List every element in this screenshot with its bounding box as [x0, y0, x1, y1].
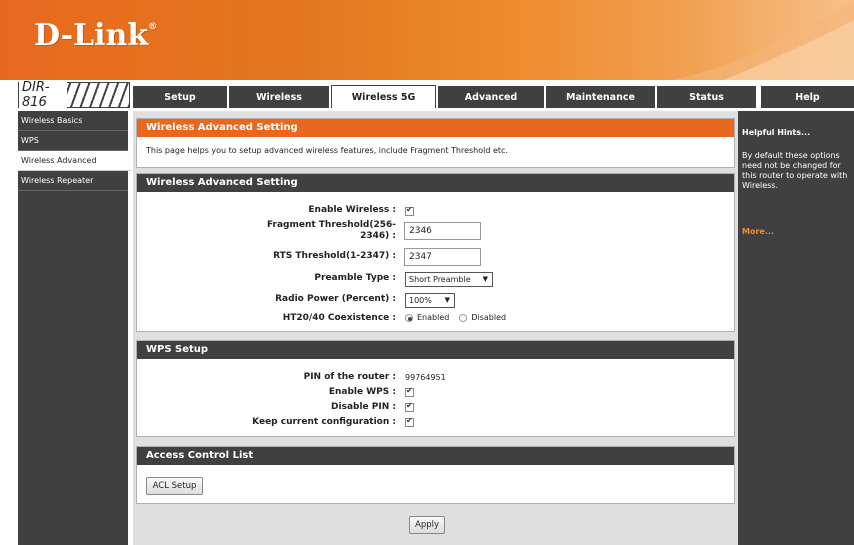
keep-config-label: Keep current configuration :	[252, 417, 396, 427]
sidebar-item-wireless-basics[interactable]: Wireless Basics	[18, 111, 128, 131]
chevron-down-icon: ▼	[444, 296, 450, 304]
advanced-settings-title: Wireless Advanced Setting	[137, 174, 734, 192]
intro-section: Wireless Advanced Setting This page help…	[136, 118, 735, 168]
pin-label: PIN of the router :	[303, 372, 396, 382]
sidebar-item-wireless-advanced[interactable]: Wireless Advanced	[18, 151, 132, 171]
sidebar-item-wireless-repeater[interactable]: Wireless Repeater	[18, 171, 128, 191]
banner-wave-graphic	[674, 0, 854, 80]
access-control-title: Access Control List	[137, 447, 734, 465]
model-badge: DIR-816	[18, 80, 130, 110]
sidebar-item-wps[interactable]: WPS	[18, 131, 128, 151]
enable-wireless-label: Enable Wireless :	[308, 205, 396, 215]
help-more-link[interactable]: More...	[742, 227, 854, 236]
intro-title: Wireless Advanced Setting	[137, 119, 734, 137]
tab-wireless[interactable]: Wireless	[229, 86, 329, 108]
help-title: Helpful Hints...	[742, 128, 811, 137]
tab-setup[interactable]: Setup	[133, 86, 227, 108]
acl-setup-button[interactable]: ACL Setup	[146, 477, 203, 495]
ht-disabled-radio[interactable]	[459, 313, 468, 322]
disable-pin-label: Disable PIN :	[331, 402, 396, 412]
intro-text: This page helps you to setup advanced wi…	[146, 146, 508, 155]
ht-coexistence-label: HT20/40 Coexistence :	[282, 313, 396, 323]
fragment-threshold-input[interactable]: 2346	[404, 222, 481, 240]
wps-setup-title: WPS Setup	[137, 341, 734, 359]
help-panel: Helpful Hints... By default these option…	[738, 111, 854, 545]
rts-threshold-label: RTS Threshold(1-2347) :	[273, 251, 396, 261]
tab-wireless-5g[interactable]: Wireless 5G	[331, 85, 436, 108]
ht-enabled-label: Enabled	[417, 313, 450, 322]
preamble-type-label: Preamble Type :	[314, 273, 396, 283]
radio-power-label: Radio Power (Percent) :	[275, 294, 396, 304]
pin-value: 99764951	[405, 373, 446, 382]
model-name: DIR-816	[19, 80, 67, 110]
ht-enabled-radio[interactable]	[405, 313, 413, 322]
tab-maintenance[interactable]: Maintenance	[546, 86, 655, 108]
tab-advanced[interactable]: Advanced	[438, 86, 544, 108]
model-stripes-graphic	[67, 83, 129, 107]
rts-threshold-input[interactable]: 2347	[404, 248, 481, 266]
enable-wps-label: Enable WPS :	[328, 387, 396, 397]
apply-button[interactable]: Apply	[409, 516, 445, 534]
main-tabs: Setup Wireless Wireless 5G Advanced Main…	[133, 85, 758, 108]
tab-status[interactable]: Status	[657, 86, 756, 108]
dlink-logo: D-Link®	[34, 18, 158, 53]
enable-wireless-checkbox[interactable]	[405, 205, 414, 216]
disable-pin-checkbox[interactable]	[405, 401, 414, 412]
tab-help[interactable]: Help	[761, 86, 854, 108]
keep-config-checkbox[interactable]	[405, 416, 414, 427]
enable-wps-checkbox[interactable]	[405, 386, 414, 397]
header-banner: D-Link®	[0, 0, 854, 80]
wps-setup-section: WPS Setup PIN of the router : 99764951 E…	[136, 340, 735, 437]
ht-disabled-label: Disabled	[471, 313, 507, 322]
chevron-down-icon: ▼	[482, 275, 488, 283]
sidebar: Wireless Basics WPS Wireless Advanced Wi…	[18, 111, 132, 545]
ht-coexistence-radio-group: Enabled Disabled	[405, 313, 506, 322]
advanced-settings-section: Wireless Advanced Setting Enable Wireles…	[136, 173, 735, 332]
fragment-threshold-label: Fragment Threshold(256- 2346) :	[266, 220, 396, 241]
help-body: By default these options need not be cha…	[742, 151, 848, 190]
preamble-type-select[interactable]: Short Preamble ▼	[405, 272, 493, 287]
access-control-section: Access Control List ACL Setup	[136, 446, 735, 504]
main-content: Wireless Advanced Setting This page help…	[133, 111, 738, 545]
radio-power-select[interactable]: 100% ▼	[405, 293, 455, 308]
